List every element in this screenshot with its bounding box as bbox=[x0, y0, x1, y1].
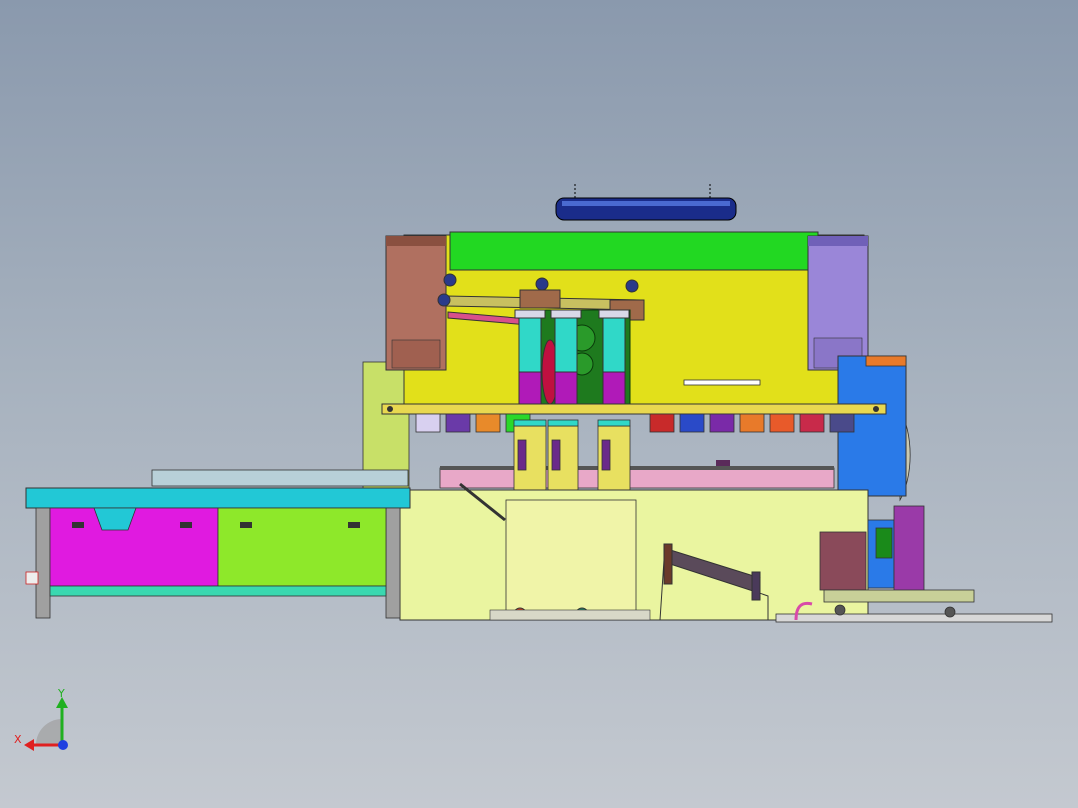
y-axis-label: Y bbox=[57, 687, 65, 700]
machine-base bbox=[399, 482, 869, 621]
z-axis-dot bbox=[58, 740, 68, 750]
triad-quadrant bbox=[36, 719, 62, 745]
cad-viewport[interactable]: Y X bbox=[0, 0, 1078, 808]
tool-rail bbox=[381, 403, 887, 415]
overhead-guard bbox=[555, 184, 737, 221]
tool-clamps bbox=[415, 413, 855, 433]
lower-bed bbox=[439, 460, 835, 489]
right-side-block bbox=[807, 235, 869, 371]
hydraulic-cylinders bbox=[514, 309, 630, 409]
punch-columns bbox=[513, 419, 631, 499]
x-axis-label: X bbox=[14, 733, 22, 746]
left-feed-table bbox=[25, 469, 411, 619]
coordinate-triad: Y X bbox=[14, 687, 68, 751]
x-axis-arrow bbox=[24, 739, 34, 751]
left-side-block bbox=[385, 235, 447, 371]
